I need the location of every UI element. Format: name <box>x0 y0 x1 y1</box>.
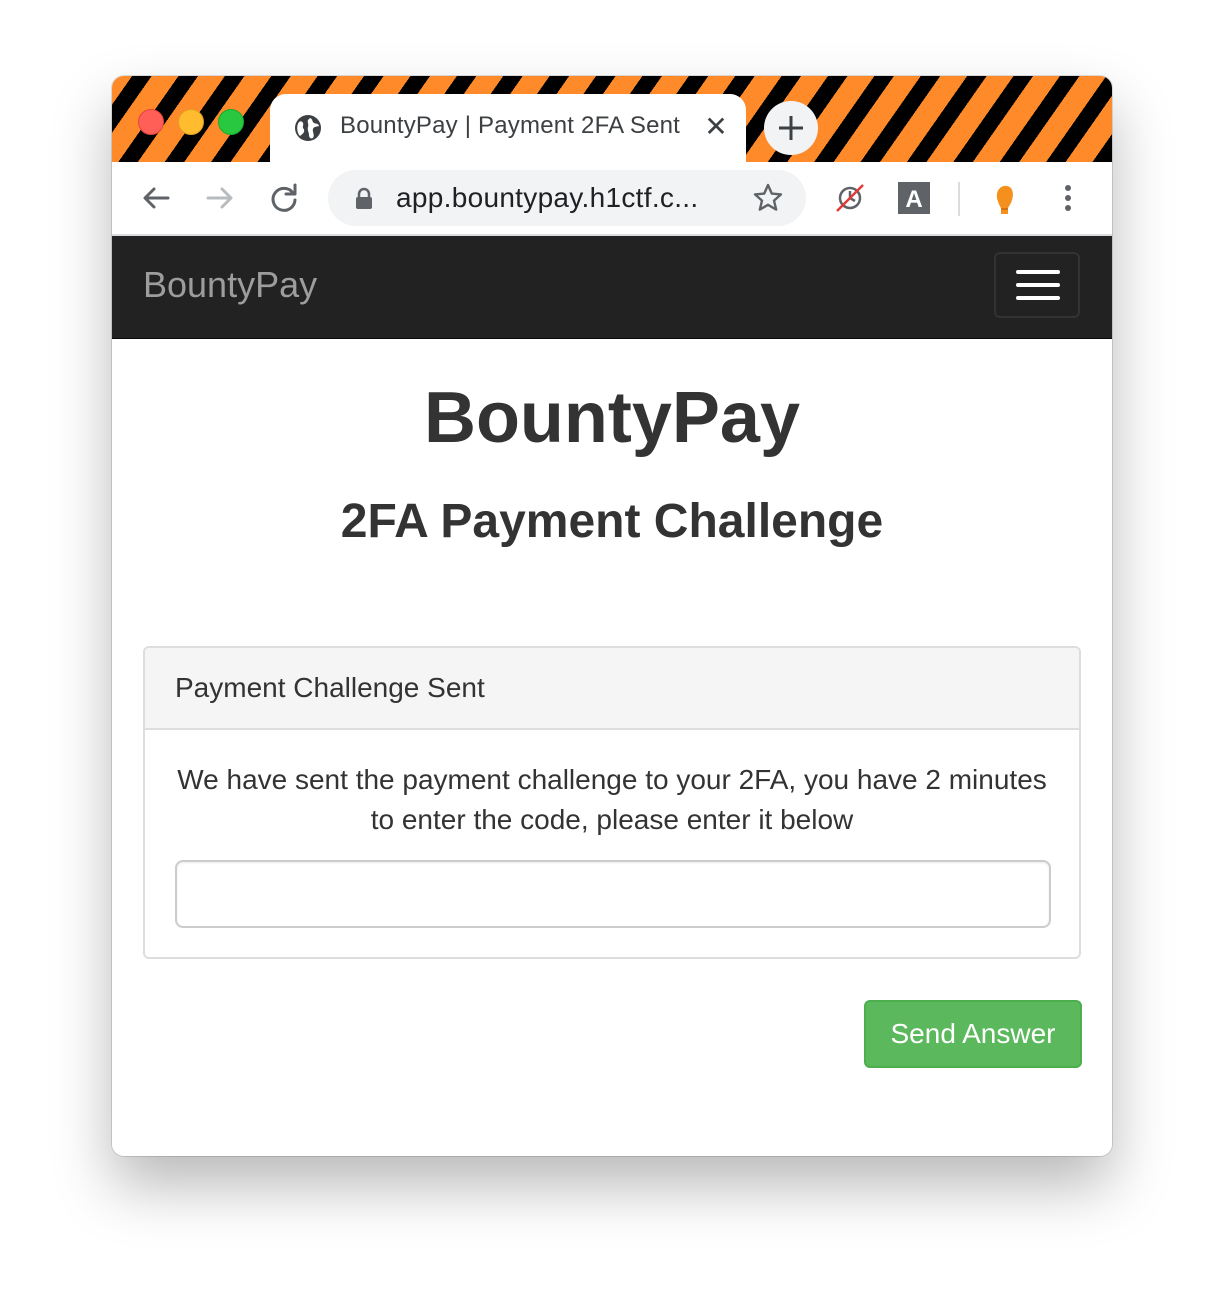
kebab-menu-icon[interactable] <box>1050 180 1086 216</box>
close-window-button[interactable] <box>138 109 164 135</box>
challenge-panel: Payment Challenge Sent We have sent the … <box>143 646 1081 959</box>
active-tab[interactable]: BountyPay | Payment 2FA Sent ✕ <box>270 94 746 162</box>
navbar-toggle-button[interactable] <box>994 252 1080 318</box>
forward-arrow-icon[interactable] <box>202 180 238 216</box>
tab-close-icon[interactable]: ✕ <box>702 110 730 144</box>
back-arrow-icon[interactable] <box>138 180 174 216</box>
globe-icon <box>295 115 321 141</box>
lock-icon <box>356 187 372 209</box>
browser-toolbar: app.bountypay.h1ctf.c... A <box>112 162 1112 236</box>
translate-icon[interactable]: A <box>896 180 932 216</box>
page-subtitle: 2FA Payment Challenge <box>340 495 884 548</box>
tab-title: BountyPay | Payment 2FA Sent <box>340 112 681 139</box>
navbar: BountyPay <box>112 236 1112 339</box>
maximize-window-button[interactable] <box>218 109 244 135</box>
page-content: BountyPay BountyPay 2FA Payment Challeng… <box>112 236 1112 1156</box>
panel-title: Payment Challenge Sent <box>175 672 485 703</box>
toolbar-divider <box>958 182 960 216</box>
tab-strip: BountyPay | Payment 2FA Sent ✕ <box>112 76 1112 162</box>
tracking-blocked-icon[interactable] <box>832 180 868 216</box>
browser-window: BountyPay | Payment 2FA Sent ✕ app.bount… <box>112 76 1112 1156</box>
new-tab-button[interactable] <box>764 101 818 155</box>
hamburger-icon <box>1016 270 1060 274</box>
reload-icon[interactable] <box>266 180 302 216</box>
url-text: app.bountypay.h1ctf.c... <box>396 182 699 213</box>
plus-icon <box>779 116 803 140</box>
translate-letter: A <box>905 186 922 213</box>
minimize-window-button[interactable] <box>178 109 204 135</box>
profile-head-icon[interactable] <box>986 180 1022 216</box>
challenge-code-input[interactable] <box>175 860 1051 928</box>
send-answer-button[interactable]: Send Answer <box>864 1000 1082 1068</box>
navbar-brand[interactable]: BountyPay <box>143 264 317 306</box>
hamburger-icon-bar <box>1016 296 1060 300</box>
star-icon[interactable] <box>752 182 784 214</box>
address-bar[interactable]: app.bountypay.h1ctf.c... <box>328 170 806 226</box>
challenge-message: We have sent the payment challenge to yo… <box>177 764 1047 835</box>
hamburger-icon-bar <box>1016 283 1060 287</box>
page-title: BountyPay <box>423 378 801 458</box>
panel-heading: Payment Challenge Sent <box>145 648 1079 730</box>
